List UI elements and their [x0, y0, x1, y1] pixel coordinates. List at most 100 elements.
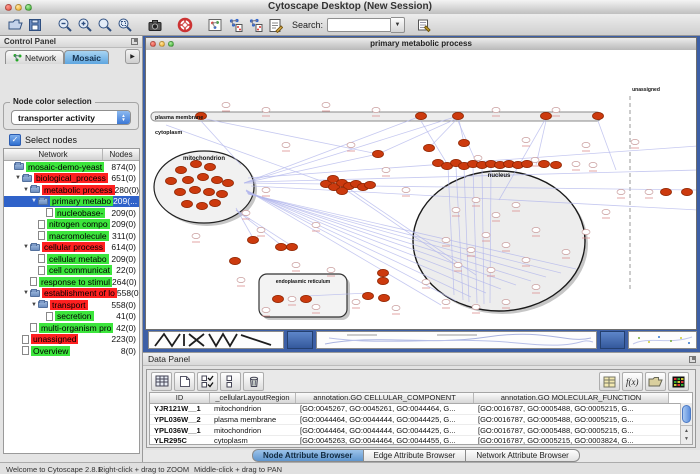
network-node-outline[interactable] [442, 237, 450, 242]
table-cell[interactable]: plasma membrane [210, 415, 296, 424]
select-attributes-icon[interactable] [197, 372, 218, 391]
network-node-outline[interactable] [452, 207, 460, 212]
network-node[interactable] [182, 200, 193, 207]
zoom-out-icon[interactable] [56, 16, 73, 33]
network-node-outline[interactable] [442, 299, 450, 304]
table-cell[interactable]: cytoplasm [210, 436, 296, 445]
table-cell[interactable]: [GO:0016787, GO:0005488, GO:0005215, G..… [474, 415, 669, 424]
annotation-icon[interactable] [266, 16, 283, 33]
heatmap-icon[interactable] [668, 372, 689, 391]
network-node[interactable] [166, 177, 177, 184]
network-node-outline[interactable] [257, 227, 265, 232]
tree-row[interactable]: cellular metabo209(0) [4, 253, 139, 265]
network-node-outline[interactable] [531, 157, 539, 162]
table-cell[interactable]: mitochondrion [210, 404, 296, 413]
tree-row[interactable]: nitrogen compo209(0) [4, 219, 139, 231]
network-node-outline[interactable] [327, 267, 335, 272]
table-cell[interactable]: YPL036W__1 [150, 426, 210, 435]
network-node[interactable] [522, 160, 533, 167]
network-node-outline[interactable] [352, 299, 360, 304]
network-node[interactable] [459, 139, 470, 146]
table-cell[interactable]: [GO:0016787, GO:0005215, GO:0003824, G..… [474, 436, 669, 445]
formula-builder-icon[interactable]: f(x) [622, 372, 643, 391]
node-color-dropdown[interactable]: transporter activity ▲▼ [11, 110, 131, 125]
float-panel-icon[interactable] [131, 38, 138, 45]
network-node-outline[interactable] [312, 304, 320, 309]
network-node-outline[interactable] [532, 284, 540, 289]
expand-triangle-icon[interactable]: ▼ [30, 302, 38, 308]
network-node-outline[interactable] [192, 233, 200, 238]
network-node[interactable] [217, 190, 228, 197]
network-node[interactable] [301, 295, 312, 302]
tab-edge-attribute-browser[interactable]: Edge Attribute Browser [364, 449, 467, 462]
table-scrollbar[interactable]: ▲▼ [680, 403, 692, 444]
network-node-outline[interactable] [222, 102, 230, 107]
delete-attribute-icon[interactable] [243, 372, 264, 391]
network-node-outline[interactable] [582, 142, 590, 147]
network-node-outline[interactable] [312, 222, 320, 227]
network-node-outline[interactable] [631, 139, 639, 144]
network-node-outline[interactable] [582, 229, 590, 234]
network-node-outline[interactable] [262, 107, 270, 112]
search-dropdown-arrow[interactable]: ▼ [391, 17, 405, 33]
network-node[interactable] [205, 163, 216, 170]
table-column-header[interactable]: annotation.GO MOLECULAR_FUNCTION [474, 393, 669, 403]
tab-mosaic[interactable]: Mosaic [64, 50, 109, 64]
network-node-outline[interactable] [237, 277, 245, 282]
network-node-outline[interactable] [472, 197, 480, 202]
network-node[interactable] [337, 187, 348, 194]
unselect-attributes-icon[interactable] [220, 372, 241, 391]
expand-triangle-icon[interactable]: ▼ [22, 244, 30, 250]
tree-row[interactable]: ▼metabolic process280(0) [4, 184, 139, 196]
network-node-outline[interactable] [532, 227, 540, 232]
tree-row[interactable]: multi-organism pro42(0) [4, 322, 139, 334]
network-node[interactable] [210, 199, 221, 206]
table-cell[interactable]: [GO:0045263, GO:0044464, GO:0044455, G..… [296, 436, 474, 445]
network-node-outline[interactable] [292, 262, 300, 267]
network-node-outline[interactable] [288, 296, 296, 301]
network-node[interactable] [363, 292, 374, 299]
table-cell[interactable]: [GO:0044464, GO:0044444, GO:0044425, G..… [296, 426, 474, 435]
expand-triangle-icon[interactable]: ▼ [22, 290, 30, 296]
table-cell[interactable]: [GO:0045267, GO:0045261, GO:0044464, G..… [296, 404, 474, 413]
scrollbar-arrows[interactable]: ▲▼ [681, 425, 692, 444]
network-node[interactable] [593, 112, 604, 119]
network-node[interactable] [183, 176, 194, 183]
network-node[interactable] [682, 188, 693, 195]
network-node[interactable] [175, 188, 186, 195]
network-node-outline[interactable] [562, 249, 570, 254]
table-row[interactable]: YLR295Ccytoplasm[GO:0045263, GO:0044464,… [150, 436, 692, 445]
network-node[interactable] [287, 243, 298, 250]
table-row[interactable]: YJR121W__1mitochondrion[GO:0045267, GO:0… [150, 404, 692, 415]
network-node[interactable] [539, 160, 550, 167]
table-cell[interactable]: [GO:0016787, GO:0005488, GO:0005215, G..… [474, 426, 669, 435]
export-network-icon[interactable] [246, 16, 263, 33]
table-cell[interactable]: [GO:0044464, GO:0044444, GO:0044425, G..… [296, 415, 474, 424]
import-attributes-icon[interactable] [645, 372, 666, 391]
network-node[interactable] [198, 173, 209, 180]
table-column-header[interactable]: ID [150, 393, 210, 403]
network-node[interactable] [541, 112, 552, 119]
network-node[interactable] [197, 202, 208, 209]
snapshot-icon[interactable] [146, 16, 163, 33]
table-cell[interactable]: YLR295C [150, 436, 210, 445]
network-node-outline[interactable] [454, 262, 462, 267]
network-node-outline[interactable] [482, 232, 490, 237]
zoom-fit-icon[interactable] [96, 16, 113, 33]
refresh-index-icon[interactable] [415, 16, 432, 33]
network-node-outline[interactable] [602, 209, 610, 214]
network-node[interactable] [248, 236, 259, 243]
zoom-in-icon[interactable] [76, 16, 93, 33]
network-node-outline[interactable] [572, 161, 580, 166]
tab-overflow-arrow[interactable]: ▶ [125, 49, 140, 64]
network-node-outline[interactable] [492, 212, 500, 217]
tree-col-network[interactable]: Network [4, 149, 103, 160]
network-node[interactable] [223, 179, 234, 186]
network-node[interactable] [212, 176, 223, 183]
network-node[interactable] [273, 295, 284, 302]
attribute-table-icon[interactable] [599, 372, 620, 391]
network-node[interactable] [378, 269, 389, 276]
network-node-outline[interactable] [422, 279, 430, 284]
tree-row[interactable]: ▼primary metabo209(... [4, 196, 139, 208]
network-node[interactable] [424, 144, 435, 151]
